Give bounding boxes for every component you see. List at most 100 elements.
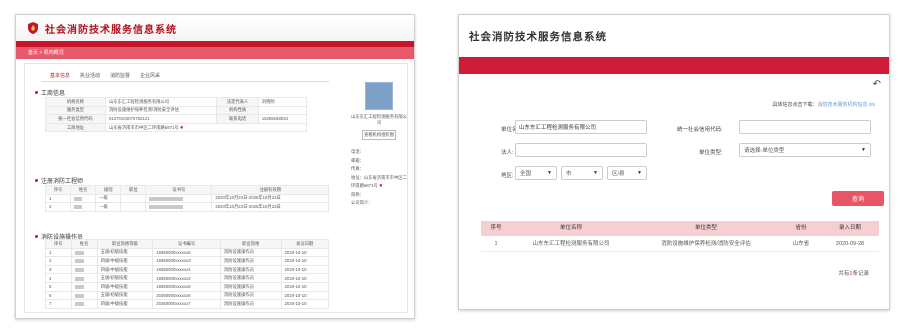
cell-cert: 20360000xxxxxx7 (152, 299, 221, 309)
caret-down-icon: ▼ (637, 170, 642, 176)
tab-divider (41, 81, 329, 82)
table-row[interactable]: 1 山东东汇工程检测服务有限公司 消防设施维护保养检测/消防安全评估 山东省 2… (481, 237, 879, 252)
cell-grade: 五级/初级技能 (96, 290, 154, 301)
cell-cert-redacted (145, 202, 213, 212)
table-row: 2 四级/中级技能 19360000xxxxxx3 消防设施操作员 2020-10-10 (45, 256, 330, 266)
results-table-header: 序号 单位名称 单位类型 省份 录入日期 (481, 221, 879, 236)
city-value: 市 (566, 171, 572, 177)
profile-fax: 传真： (351, 166, 364, 171)
download-link[interactable]: 消防技术服务机构信息.xls (817, 102, 875, 108)
cell-no: 6 (45, 290, 72, 301)
col-cert-no: 证书编号 (152, 239, 221, 249)
col-unit-type: 单位类型 (694, 225, 717, 231)
label-address: 工商地址 (45, 122, 106, 133)
cell-no: 3 (45, 264, 72, 275)
cell-cert: 20360000xxxxxx6 (152, 290, 221, 301)
org-detail-window: 社会消防技术服务信息系统 首页 > 机构概况 基本信息 执业活动 消防监督 企业… (15, 14, 415, 319)
table-row: 5 四级/中级技能 19360000xxxxxx5 消防设施操作员 2020-10-10 (45, 281, 330, 292)
label-legal-rep: 法定代表人 (216, 97, 259, 107)
cell-grade: 五级/初级技能 (96, 247, 154, 258)
label-org-nature: 机构性质 (216, 105, 259, 116)
table-row: 2 一级 2020年10月23日-2025年10月23日 (44, 202, 329, 212)
download-hint: 具体信息点击下载：消防技术服务机构信息.xls (772, 101, 875, 108)
right-nav-bar (459, 57, 889, 74)
download-label: 具体信息点击下载： (772, 102, 818, 108)
cell-no: 1 (45, 247, 72, 258)
cell-qual: 消防设施操作员 (219, 273, 282, 283)
region-label: 地区: (501, 173, 514, 179)
unit-type-select[interactable]: 请选择-单位类型 ▼ (739, 143, 871, 157)
col-grade: 职业资格等级 (96, 239, 154, 249)
total-suffix: 条记录 (852, 271, 869, 277)
cell-grade: 四级/中级技能 (96, 299, 154, 309)
unit-name-value: 山东东汇工程检测服务有限公司 (519, 125, 597, 131)
cell-name-redacted (70, 256, 98, 266)
section-engineers-label: 注册消防工程师 (41, 179, 84, 185)
profile-email: 邮箱： (351, 157, 364, 163)
value-service-type: 消防设施维护保养检测/消防安全评估 (104, 105, 218, 116)
cell-province: 山东省 (792, 241, 810, 247)
location-pin-icon[interactable]: ● (180, 125, 184, 131)
col-name: 姓名 (70, 239, 98, 249)
col-province: 省份 (795, 225, 807, 231)
district-value: 区/县 (612, 171, 625, 177)
cell-position (120, 193, 147, 204)
city-select[interactable]: 市 ▼ (561, 166, 603, 180)
cell-no: 5 (45, 281, 72, 292)
col-entry-date: 录入日期 (838, 225, 861, 231)
cell-cert: 19360000xxxxxx6 (152, 247, 221, 258)
col-level: 级别 (95, 185, 122, 195)
view-org-chart-button[interactable]: 查看机构组织图 (362, 130, 396, 140)
cell-cert-redacted (145, 193, 213, 204)
profile-phone: 电话： (351, 149, 364, 154)
province-select[interactable]: 全国 ▼ (515, 166, 557, 180)
cell-level: 一级 (95, 202, 122, 212)
label-credit-code: 统一社会信用代码 (45, 114, 106, 124)
district-select[interactable]: 区/县 ▼ (607, 166, 647, 180)
cell-date: 2020-10-10 (280, 264, 330, 275)
legal-person-label: 法人: (501, 150, 514, 156)
cell-level: 一级 (95, 193, 122, 204)
col-validity: 注册有效期 (211, 185, 329, 195)
table-row: 4 五级/初级技能 19360000xxxxxx2 消防设施操作员 2020-10-10 (45, 273, 330, 283)
table-row: 6 五级/初级技能 20360000xxxxxx6 消防设施操作员 2020-10-10 (45, 290, 330, 301)
right-app-title: 社会消防技术服务信息系统 (469, 30, 607, 43)
bullet-icon (35, 179, 38, 182)
legal-person-input[interactable] (515, 143, 647, 157)
col-no: 序号 (44, 185, 72, 195)
org-search-window: 社会消防技术服务信息系统 ↶ 具体信息点击下载：消防技术服务机构信息.xls 单… (458, 14, 890, 310)
cell-name-redacted (70, 299, 98, 309)
section-business-title: 工商信息 (35, 88, 65, 97)
unit-name-input[interactable]: 山东东汇工程检测服务有限公司 (515, 120, 647, 134)
cell-cert: 19360000xxxxxx3 (152, 256, 221, 266)
profile-company-name: 山东东汇工程检测服务有限公司 (351, 114, 407, 125)
right-header: 社会消防技术服务信息系统 (459, 15, 889, 57)
table-row: 服务类型 消防设施维护保养检测/消防安全评估 机构性质 (45, 105, 308, 116)
value-org-nature (257, 105, 308, 116)
cell-unit-name[interactable]: 山东东汇工程检测服务有限公司 (511, 237, 631, 252)
label-phone: 联系电话 (216, 114, 259, 124)
total-records: 共有1条记录 (838, 269, 869, 277)
back-arrow-icon[interactable]: ↶ (873, 79, 881, 90)
bullet-icon (35, 235, 38, 238)
profile-intro: 公司简介： (351, 200, 373, 205)
col-position: 职位 (120, 185, 147, 195)
cell-date: 2020-10-10 (280, 256, 330, 266)
fire-emblem-icon (28, 22, 38, 34)
total-prefix: 共有 (838, 271, 850, 277)
unit-type-value: 请选择-单位类型 (744, 148, 785, 154)
cell-name-redacted (70, 264, 98, 275)
operators-table: 序号 姓名 职业资格等级 证书编号 职业资格 发证日期 1 五级/初级技能 1936… (45, 239, 330, 309)
cell-qual: 消防设施操作员 (219, 264, 282, 275)
province-value: 全国 (520, 171, 532, 177)
credit-code-label: 统一社会信用代码: (677, 127, 723, 133)
left-header: 社会消防技术服务信息系统 (16, 15, 414, 41)
location-pin-icon[interactable]: ● (379, 183, 383, 189)
credit-code-input[interactable] (739, 120, 871, 134)
caret-down-icon: ▼ (547, 170, 552, 176)
search-button[interactable]: 查询 (832, 191, 884, 206)
breadcrumb[interactable]: 首页 > 机构概况 (16, 47, 414, 59)
bullet-icon (35, 91, 38, 94)
value-legal-rep: 刘晓明 (257, 97, 308, 107)
unit-type-label: 单位类型: (699, 150, 723, 156)
